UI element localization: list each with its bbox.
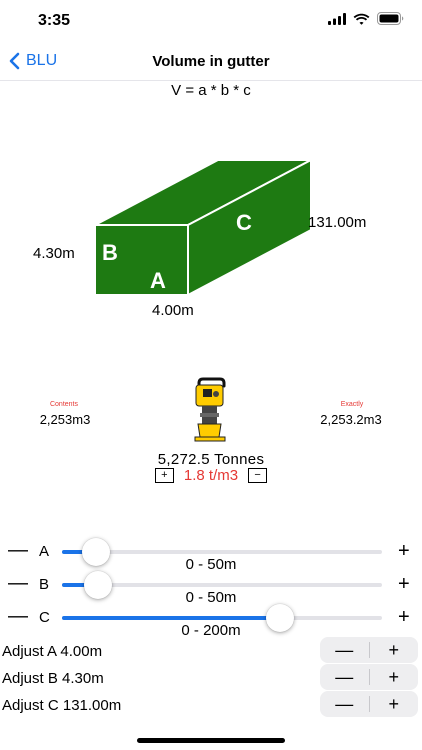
- box-label-c: C: [236, 210, 252, 235]
- adjust-c-stepper[interactable]: — +: [320, 691, 418, 717]
- density-minus-glyph: −: [254, 469, 261, 481]
- rammer-machine-icon: [194, 377, 226, 442]
- density-decrease-button[interactable]: −: [248, 468, 268, 483]
- box-label-b: B: [102, 240, 118, 265]
- slider-a-track[interactable]: [62, 538, 382, 566]
- contents-value: 2,253m3: [39, 412, 91, 427]
- density-increase-button[interactable]: +: [154, 468, 174, 483]
- contents-caption: Contents: [49, 401, 79, 408]
- adjust-b-label: Adjust B 4.30m: [2, 670, 104, 687]
- signal-icon: [328, 12, 346, 25]
- height-dimension: 4.30m: [33, 245, 75, 262]
- density-plus-glyph: +: [161, 469, 168, 481]
- wifi-icon: [353, 13, 370, 25]
- density-value: 1.8 t/m3: [183, 467, 239, 484]
- adjust-a-decrement[interactable]: —: [320, 640, 369, 661]
- adjust-a-increment[interactable]: +: [370, 640, 419, 661]
- box-label-a: A: [150, 268, 166, 293]
- adjust-b-decrement[interactable]: —: [320, 667, 369, 688]
- width-dimension: 4.00m: [152, 302, 194, 319]
- status-time: 3:35: [38, 12, 71, 29]
- battery-icon: [377, 12, 404, 25]
- adjust-a-stepper[interactable]: — +: [320, 637, 418, 663]
- adjust-b-increment[interactable]: +: [370, 667, 419, 688]
- adjust-c-label: Adjust C 131.00m: [2, 697, 122, 714]
- adjust-b-stepper[interactable]: — +: [320, 664, 418, 690]
- page-title: Volume in gutter: [152, 53, 270, 70]
- adjust-a-label: Adjust A 4.00m: [2, 643, 103, 660]
- exactly-value: 2,253.2m3: [320, 412, 382, 427]
- slider-a-range: 0 - 50m: [185, 556, 237, 573]
- exactly-caption: Exactly: [340, 401, 364, 408]
- adjust-c-increment[interactable]: +: [370, 694, 419, 715]
- slider-c-fill: [62, 616, 272, 620]
- length-dimension: 131.00m: [308, 214, 367, 231]
- slider-b-track[interactable]: [62, 571, 382, 599]
- slider-c-track[interactable]: [62, 604, 382, 632]
- tonnes-value: 5,272.5 Tonnes: [157, 451, 265, 468]
- density-row: + 1.8 t/m3 −: [0, 467, 422, 484]
- status-icons: [328, 12, 404, 25]
- home-indicator[interactable]: [137, 738, 285, 743]
- adjust-c-decrement[interactable]: —: [320, 694, 369, 715]
- slider-b-range: 0 - 50m: [185, 589, 237, 606]
- volume-formula: V = a * b * c: [171, 82, 251, 99]
